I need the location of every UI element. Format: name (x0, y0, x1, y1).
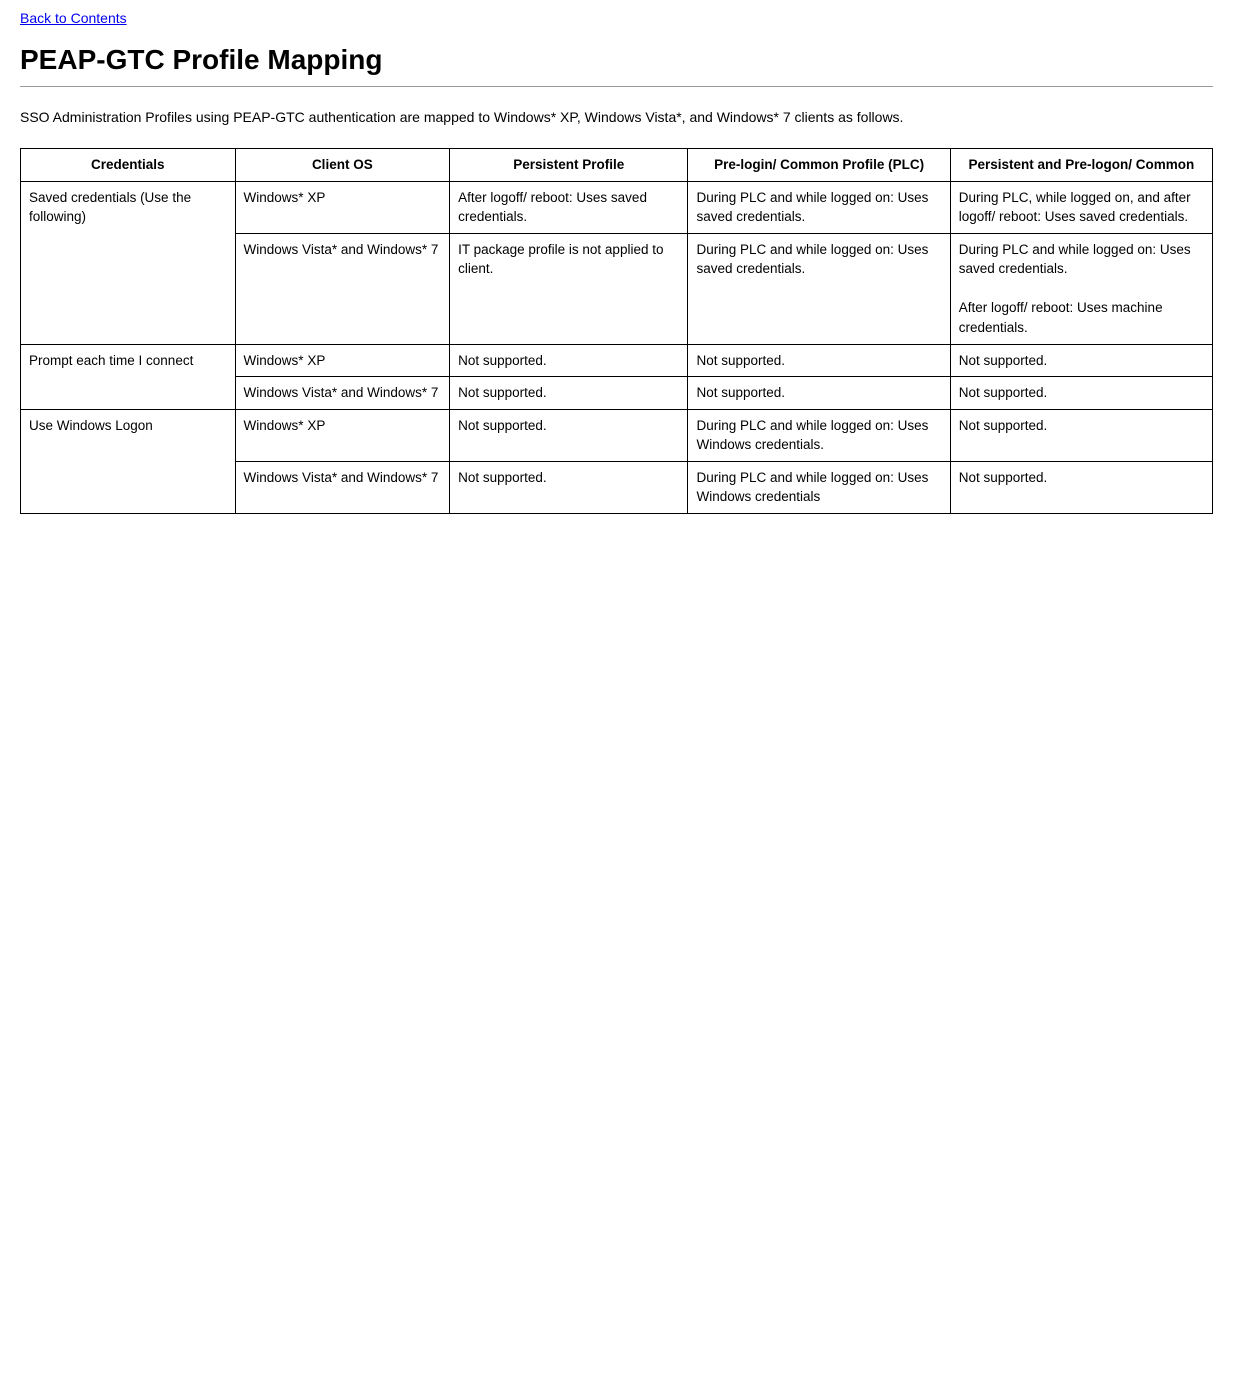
cell-plc: Not supported. (688, 377, 950, 410)
cell-plc: During PLC and while logged on: Uses sav… (688, 233, 950, 344)
cell-persistent-prelogon: Not supported. (950, 344, 1212, 377)
cell-os: Windows Vista* and Windows* 7 (235, 461, 450, 513)
table-row: Saved credentials (Use the following)Win… (21, 181, 1213, 233)
cell-plc: Not supported. (688, 344, 950, 377)
divider (20, 86, 1213, 87)
cell-os: Windows Vista* and Windows* 7 (235, 233, 450, 344)
cell-persistent: Not supported. (450, 377, 688, 410)
cell-persistent-prelogon: Not supported. (950, 461, 1212, 513)
col-header-client-os: Client OS (235, 149, 450, 182)
cell-persistent-prelogon: Not supported. (950, 409, 1212, 461)
col-header-persistent-prelogon: Persistent and Pre-logon/ Common (950, 149, 1212, 182)
cell-persistent: After logoff/ reboot: Uses saved credent… (450, 181, 688, 233)
cell-plc: During PLC and while logged on: Uses sav… (688, 181, 950, 233)
table-row: Prompt each time I connectWindows* XPNot… (21, 344, 1213, 377)
back-to-contents-link[interactable]: Back to Contents (20, 10, 1213, 26)
cell-plc: During PLC and while logged on: Uses Win… (688, 409, 950, 461)
cell-credentials: Prompt each time I connect (21, 344, 236, 409)
cell-persistent-prelogon: During PLC, while logged on, and after l… (950, 181, 1212, 233)
table-row: Use Windows LogonWindows* XPNot supporte… (21, 409, 1213, 461)
cell-persistent: IT package profile is not applied to cli… (450, 233, 688, 344)
cell-credentials: Use Windows Logon (21, 409, 236, 513)
page-title: PEAP-GTC Profile Mapping (20, 44, 1213, 76)
cell-persistent-prelogon: During PLC and while logged on: Uses sav… (950, 233, 1212, 344)
col-header-persistent: Persistent Profile (450, 149, 688, 182)
cell-os: Windows* XP (235, 409, 450, 461)
col-header-plc: Pre-login/ Common Profile (PLC) (688, 149, 950, 182)
table-header-row: Credentials Client OS Persistent Profile… (21, 149, 1213, 182)
cell-os: Windows* XP (235, 344, 450, 377)
cell-persistent-prelogon: Not supported. (950, 377, 1212, 410)
cell-credentials: Saved credentials (Use the following) (21, 181, 236, 344)
mapping-table: Credentials Client OS Persistent Profile… (20, 148, 1213, 514)
cell-os: Windows* XP (235, 181, 450, 233)
intro-paragraph: SSO Administration Profiles using PEAP-G… (20, 107, 1213, 128)
cell-persistent: Not supported. (450, 461, 688, 513)
col-header-credentials: Credentials (21, 149, 236, 182)
cell-persistent: Not supported. (450, 409, 688, 461)
cell-os: Windows Vista* and Windows* 7 (235, 377, 450, 410)
cell-persistent: Not supported. (450, 344, 688, 377)
cell-plc: During PLC and while logged on: Uses Win… (688, 461, 950, 513)
